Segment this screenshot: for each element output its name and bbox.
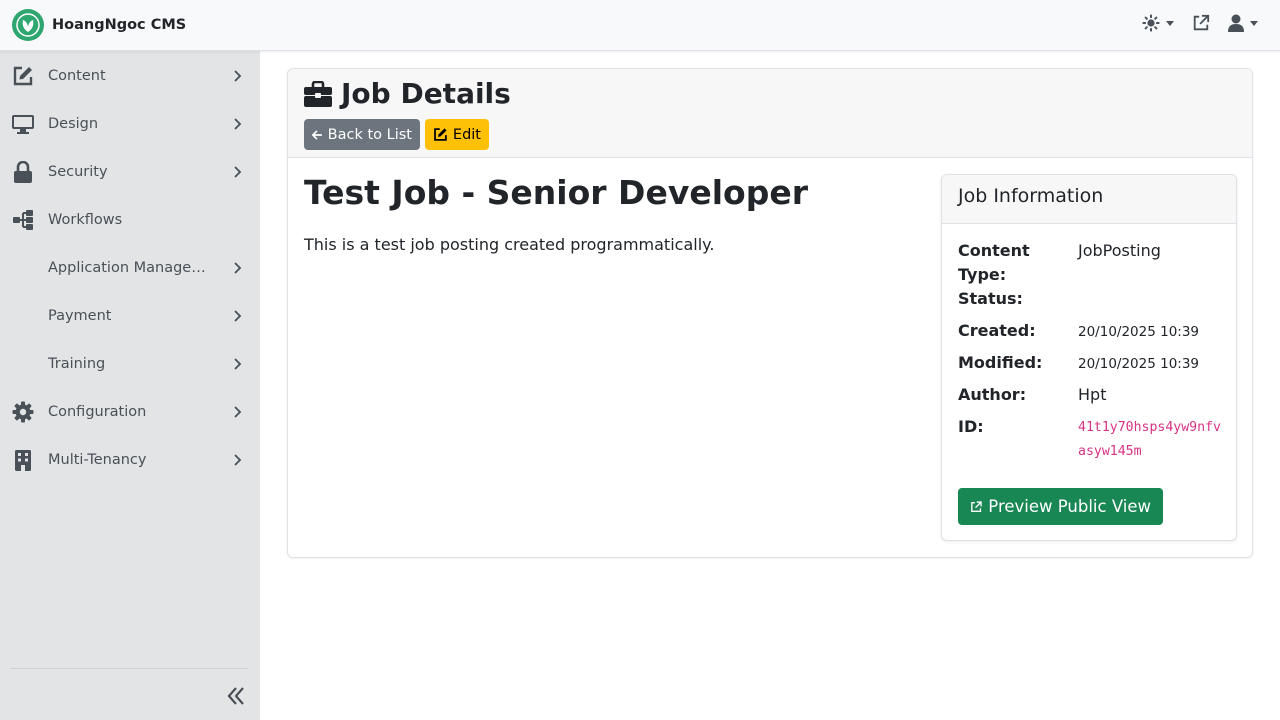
back-to-list-label: Back to List (327, 126, 412, 143)
building-icon (11, 448, 35, 472)
sidebar-item-label: Content (48, 68, 106, 84)
created-value: 20/10/2025 10:39 (1078, 324, 1200, 340)
sidebar-item-label: Training (48, 356, 106, 372)
preview-label: Preview Public View (988, 497, 1151, 516)
created-label: Created: (958, 321, 1036, 340)
external-link-icon (1193, 14, 1210, 31)
monitor-icon (11, 112, 35, 136)
content-type-value: JobPosting (1078, 241, 1161, 260)
brand[interactable]: HoangNgoc CMS (12, 9, 186, 41)
theme-toggle-button[interactable] (1142, 14, 1174, 32)
status-label: Status: (958, 289, 1023, 308)
chevron-right-icon (234, 310, 242, 322)
info-header: Job Information (942, 175, 1236, 224)
preview-public-view-button[interactable]: Preview Public View (958, 488, 1163, 525)
collapse-sidebar-icon[interactable] (224, 684, 248, 708)
sidebar-item-label: Payment (48, 308, 112, 324)
chevron-down-icon (1250, 20, 1258, 26)
sidebar-item-label: Workflows (48, 212, 123, 228)
sidebar-item-label: Application Management (48, 260, 218, 276)
chevron-right-icon (234, 262, 242, 274)
sun-icon (1142, 14, 1160, 32)
sidebar-item-design[interactable]: Design (0, 100, 260, 148)
chevron-right-icon (234, 454, 242, 466)
edit-icon (11, 64, 35, 88)
page-title: Job Details (304, 77, 511, 110)
info-title: Job Information (958, 185, 1104, 207)
sidebar-item-payment[interactable]: Payment (0, 292, 260, 340)
chevron-right-icon (234, 70, 242, 82)
job-title: Test Job - Senior Developer (304, 173, 808, 212)
modified-value: 20/10/2025 10:39 (1078, 356, 1200, 372)
external-link-icon (971, 500, 982, 512)
sidebar-item-application-management[interactable]: Application Management (0, 244, 260, 292)
brand-logo (12, 9, 44, 41)
back-to-list-button[interactable]: Back to List (304, 119, 420, 150)
id-value: 41t1y70hsps4yw9nfvasyw145m (1078, 420, 1221, 459)
workflow-icon (11, 208, 35, 232)
sidebar-item-training[interactable]: Training (0, 340, 260, 388)
open-site-button[interactable] (1192, 14, 1210, 32)
sidebar-item-label: Security (48, 164, 108, 180)
lock-icon (11, 160, 35, 184)
top-navbar: HoangNgoc CMS (0, 0, 1280, 51)
sidebar: Content Design Security Workflows Applic… (0, 51, 260, 720)
sidebar-item-content[interactable]: Content (0, 52, 260, 100)
edit-button[interactable]: Edit (425, 119, 489, 150)
user-icon (1228, 14, 1244, 32)
author-label: Author: (958, 385, 1027, 404)
edit-icon (434, 128, 447, 141)
chevron-right-icon (234, 358, 242, 370)
job-description: This is a test job posting created progr… (304, 235, 715, 254)
job-information-panel: Job Information Content Type: JobPosting… (941, 174, 1237, 541)
sidebar-item-workflows[interactable]: Workflows (0, 196, 260, 244)
sidebar-item-multi-tenancy[interactable]: Multi-Tenancy (0, 436, 260, 484)
page-title-text: Job Details (341, 77, 511, 110)
card-header: Job Details Back to List Edit (288, 69, 1252, 158)
sidebar-item-label: Configuration (48, 404, 147, 420)
user-menu-button[interactable] (1228, 14, 1258, 32)
gear-icon (11, 400, 35, 424)
sidebar-item-label: Multi-Tenancy (48, 452, 147, 468)
sidebar-item-label: Design (48, 116, 99, 132)
sidebar-divider (10, 668, 248, 669)
sidebar-item-configuration[interactable]: Configuration (0, 388, 260, 436)
sidebar-item-security[interactable]: Security (0, 148, 260, 196)
chevron-right-icon (234, 166, 242, 178)
chevron-right-icon (234, 406, 242, 418)
brand-name: HoangNgoc CMS (52, 17, 187, 33)
edit-label: Edit (452, 126, 481, 143)
modified-label: Modified: (958, 353, 1043, 372)
briefcase-icon (304, 80, 332, 107)
author-value: Hpt (1078, 385, 1107, 404)
arrow-left-icon (312, 129, 322, 140)
job-details-card: Job Details Back to List Edit Test Job -… (287, 68, 1253, 558)
chevron-down-icon (1166, 20, 1174, 26)
chevron-right-icon (234, 118, 242, 130)
content-type-label: Content Type: (958, 241, 1030, 284)
id-label: ID: (958, 417, 984, 436)
